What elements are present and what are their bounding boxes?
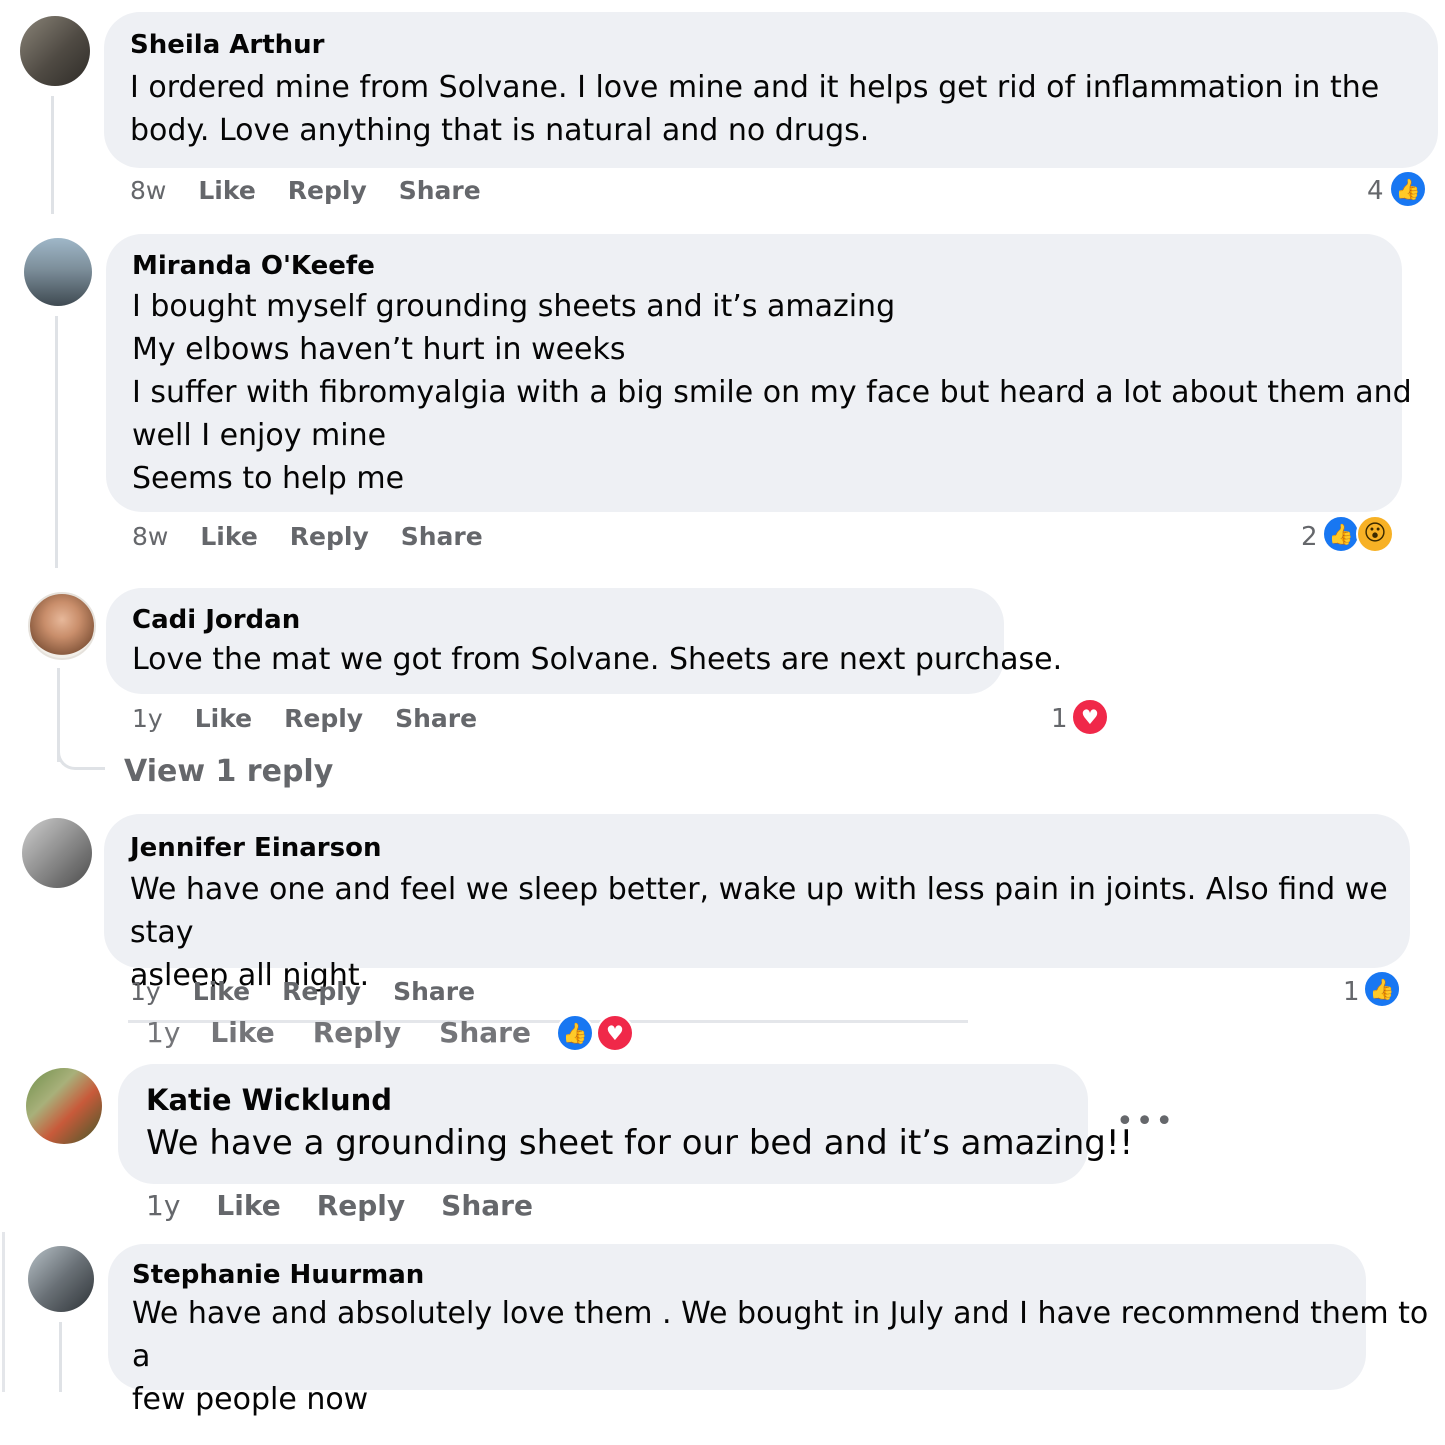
- thread-line: [51, 96, 54, 214]
- heart-icon[interactable]: ♥: [1071, 698, 1109, 736]
- like-button[interactable]: Like: [210, 1016, 274, 1049]
- timestamp[interactable]: 1y: [146, 1016, 180, 1049]
- avatar[interactable]: [28, 1246, 94, 1312]
- reply-button[interactable]: Reply: [317, 1189, 405, 1222]
- timestamp[interactable]: 1y: [130, 977, 161, 1006]
- share-button[interactable]: Share: [395, 704, 477, 733]
- comment-actions: 8w Like Reply Share: [132, 522, 515, 551]
- thread-line: [59, 1322, 62, 1392]
- timestamp[interactable]: 1y: [132, 704, 163, 733]
- comment-text: Love the mat we got from Solvane. Sheets…: [132, 642, 1063, 677]
- comment-actions: 1y Like Reply Share: [132, 704, 509, 733]
- more-options-icon[interactable]: •••: [1116, 1104, 1175, 1139]
- avatar[interactable]: [28, 592, 96, 660]
- reaction-count[interactable]: 1: [1051, 704, 1068, 734]
- like-button[interactable]: Like: [200, 522, 257, 551]
- like-button[interactable]: Like: [216, 1189, 280, 1222]
- share-button[interactable]: Share: [439, 1016, 531, 1049]
- like-button[interactable]: Like: [193, 977, 250, 1006]
- reaction-count[interactable]: 1: [1343, 977, 1360, 1007]
- avatar[interactable]: [26, 1068, 102, 1144]
- comment-actions: 1y Like Reply Share: [130, 977, 507, 1006]
- share-button[interactable]: Share: [399, 176, 481, 205]
- comment-text: I bought myself grounding sheets and it’…: [132, 289, 1412, 496]
- comment-text: We have and absolutely love them . We bo…: [132, 1296, 1429, 1417]
- reply-button[interactable]: Reply: [290, 522, 369, 551]
- comment-author[interactable]: Cadi Jordan: [132, 605, 300, 635]
- comment-author[interactable]: Jennifer Einarson: [130, 833, 381, 863]
- share-button[interactable]: Share: [441, 1189, 533, 1222]
- comment-author[interactable]: Stephanie Huurman: [132, 1260, 424, 1290]
- view-replies-link[interactable]: View 1 reply: [124, 754, 333, 789]
- wow-face-icon[interactable]: 😮: [1356, 515, 1394, 553]
- like-button[interactable]: Like: [195, 704, 252, 733]
- comment-actions: 1yLikeReplyShare2: [146, 1016, 583, 1049]
- like-button[interactable]: Like: [198, 176, 255, 205]
- thread-line: [55, 316, 58, 568]
- avatar[interactable]: [20, 16, 90, 86]
- comment-text: I ordered mine from Solvane. I love mine…: [130, 70, 1380, 148]
- comment-author[interactable]: Katie Wicklund: [146, 1083, 392, 1117]
- thumbs-up-icon[interactable]: 👍: [1322, 515, 1360, 553]
- comment-text: We have a grounding sheet for our bed an…: [146, 1123, 1134, 1163]
- divider: [2, 1232, 5, 1392]
- reply-button[interactable]: Reply: [284, 704, 363, 733]
- reply-button[interactable]: Reply: [282, 977, 361, 1006]
- comment-actions: 8w Like Reply Share: [130, 176, 513, 205]
- heart-icon[interactable]: ♥: [596, 1014, 634, 1052]
- thumbs-up-icon[interactable]: 👍: [1363, 970, 1401, 1008]
- avatar[interactable]: [24, 238, 92, 306]
- thumbs-up-icon[interactable]: 👍: [1389, 170, 1427, 208]
- comment-actions: 1y Like Reply Share: [146, 1189, 565, 1222]
- reaction-count[interactable]: 4: [1367, 176, 1384, 206]
- timestamp[interactable]: 1y: [146, 1189, 180, 1222]
- comment-author[interactable]: Miranda O'Keefe: [132, 251, 375, 281]
- share-button[interactable]: Share: [401, 522, 483, 551]
- reply-button[interactable]: Reply: [313, 1016, 401, 1049]
- timestamp[interactable]: 8w: [132, 522, 168, 551]
- thumbs-up-icon[interactable]: 👍: [556, 1014, 594, 1052]
- avatar[interactable]: [22, 818, 92, 888]
- reply-connector: [57, 730, 105, 770]
- reply-button[interactable]: Reply: [288, 176, 367, 205]
- timestamp[interactable]: 8w: [130, 176, 166, 205]
- share-button[interactable]: Share: [393, 977, 475, 1006]
- reaction-count[interactable]: 2: [1301, 522, 1318, 552]
- comment-author[interactable]: Sheila Arthur: [130, 30, 325, 60]
